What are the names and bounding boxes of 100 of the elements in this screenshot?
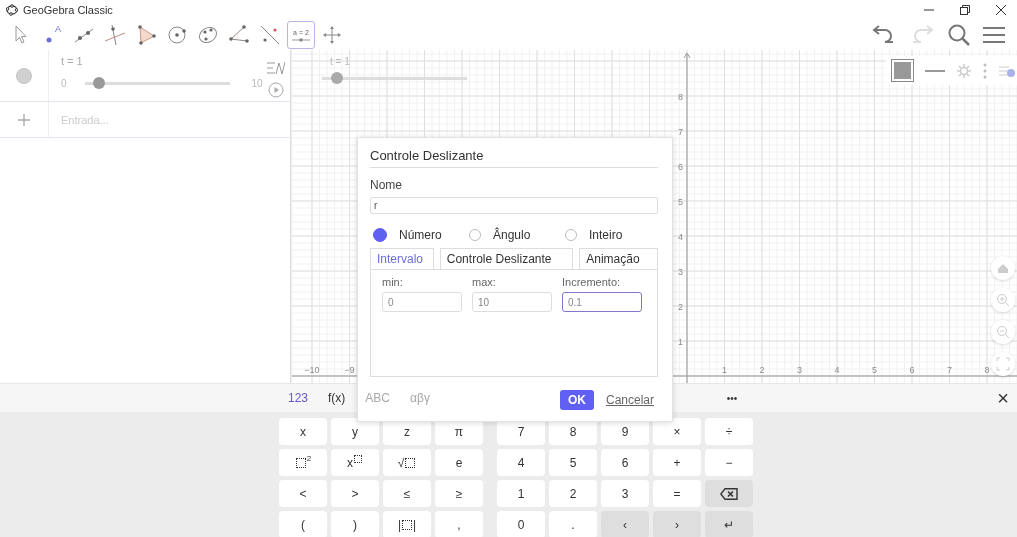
fullscreen-button[interactable]: [991, 352, 1015, 376]
key[interactable]: 1: [497, 480, 545, 507]
plus-icon: [18, 113, 30, 126]
axis-label: 7: [678, 127, 683, 137]
key[interactable]: x: [279, 418, 327, 445]
fullscreen-icon: [996, 357, 1010, 371]
menu-icon[interactable]: [983, 26, 1005, 44]
axis-label: 1: [722, 365, 727, 375]
window-title: GeoGebra Classic: [23, 4, 113, 16]
close-icon[interactable]: [996, 5, 1006, 15]
key[interactable]: ‹: [601, 511, 649, 537]
tab[interactable]: Controle Deslizante: [439, 248, 574, 269]
cancel-link[interactable]: Cancelar: [606, 393, 655, 407]
line-and-points-icon: [258, 23, 282, 47]
search-icon[interactable]: [947, 23, 971, 47]
placeholder-box-icon: [402, 519, 412, 530]
key[interactable]: 2: [549, 480, 597, 507]
key[interactable]: (: [279, 511, 327, 537]
restore-icon[interactable]: [960, 5, 970, 15]
key[interactable]: ›: [653, 511, 701, 537]
view-toggle-icon[interactable]: [999, 63, 1015, 78]
slider-min: 0: [61, 77, 67, 89]
keyboard-tab[interactable]: 123: [282, 391, 315, 405]
placeholder-box-icon: [354, 455, 362, 463]
axis-label: 5: [872, 365, 877, 375]
key[interactable]: ,: [435, 511, 483, 537]
ok-button[interactable]: OK: [560, 390, 594, 410]
tab[interactable]: Intervalo: [370, 248, 434, 269]
key[interactable]: =: [653, 480, 701, 507]
input-field[interactable]: 10: [472, 292, 552, 312]
point-icon: [46, 37, 52, 43]
key[interactable]: 0: [497, 511, 545, 537]
key[interactable]: <: [279, 480, 327, 507]
placeholder-box-icon: [295, 457, 306, 468]
zoom-out-icon: [996, 325, 1010, 339]
axis-label: 4: [678, 232, 683, 242]
axis-label: 7: [947, 365, 952, 375]
key[interactable]: +: [653, 449, 701, 476]
input-field[interactable]: 0.1: [562, 292, 642, 312]
logo-icon: [6, 4, 18, 16]
algebra-menu-icon[interactable]: [267, 60, 286, 76]
key[interactable]: e: [435, 449, 483, 476]
more-button[interactable]: •••: [720, 391, 744, 405]
radio-label: Número: [399, 228, 442, 242]
slider-track[interactable]: [322, 72, 467, 84]
color-swatch[interactable]: [892, 60, 913, 81]
axis-label: 2: [759, 365, 765, 375]
key[interactable]: 6: [601, 449, 649, 476]
axis-label: 8: [678, 92, 683, 102]
key[interactable]: −: [705, 449, 753, 476]
slider-label: t = 1: [329, 56, 351, 67]
home-button[interactable]: [991, 256, 1015, 280]
key[interactable]: √: [383, 449, 431, 476]
key[interactable]: 2: [279, 449, 327, 476]
key[interactable]: .: [549, 511, 597, 537]
more-vertical-icon[interactable]: [983, 62, 987, 79]
name-field[interactable]: r: [370, 197, 658, 214]
key[interactable]: >: [331, 480, 379, 507]
axis-label: 6: [678, 162, 683, 172]
key[interactable]: ↵: [705, 511, 753, 537]
circle-icon: [165, 23, 189, 47]
axis-label: 5: [678, 197, 683, 207]
axis-label: −9: [344, 365, 355, 375]
play-icon[interactable]: [268, 82, 285, 98]
tab[interactable]: Animação: [579, 248, 658, 269]
slider-definition: t = 1: [61, 55, 84, 69]
radio-button[interactable]: [373, 228, 387, 242]
radio-label: Ângulo: [493, 228, 531, 242]
zoom-out-button[interactable]: [991, 320, 1015, 344]
key[interactable]: ÷: [705, 418, 753, 445]
key[interactable]: x: [331, 449, 379, 476]
line-style-icon[interactable]: [925, 68, 945, 73]
field-label: min:: [382, 276, 404, 288]
zoom-in-button[interactable]: [991, 288, 1015, 312]
field-label: max:: [472, 276, 497, 288]
key[interactable]: ≤: [383, 480, 431, 507]
key[interactable]: ≥: [435, 480, 483, 507]
keyboard-tab[interactable]: f(x): [322, 391, 352, 405]
axis-label: 3: [678, 267, 683, 277]
key[interactable]: 4: [497, 449, 545, 476]
key[interactable]: ×: [653, 418, 701, 445]
visibility-toggle[interactable]: [16, 67, 32, 84]
key[interactable]: y: [331, 418, 379, 445]
axis-label: 2: [678, 302, 683, 312]
key[interactable]: | |: [383, 511, 431, 537]
gear-icon[interactable]: [957, 63, 971, 78]
slider-thumb[interactable]: [330, 72, 343, 84]
axis-label: −10: [304, 365, 320, 375]
close-button[interactable]: ×: [991, 387, 1015, 409]
backspace-key[interactable]: [705, 480, 753, 507]
slider-max: 10: [251, 77, 263, 89]
slider-thumb[interactable]: [93, 77, 106, 89]
crossing-lines-icon: [103, 23, 127, 47]
key[interactable]: 3: [601, 480, 649, 507]
key[interactable]: ): [331, 511, 379, 537]
axis-label: 6: [909, 365, 915, 375]
input-field[interactable]: 0: [382, 292, 462, 312]
key[interactable]: 5: [549, 449, 597, 476]
axis-label: 8: [984, 365, 990, 375]
zoom-in-icon: [996, 293, 1010, 307]
